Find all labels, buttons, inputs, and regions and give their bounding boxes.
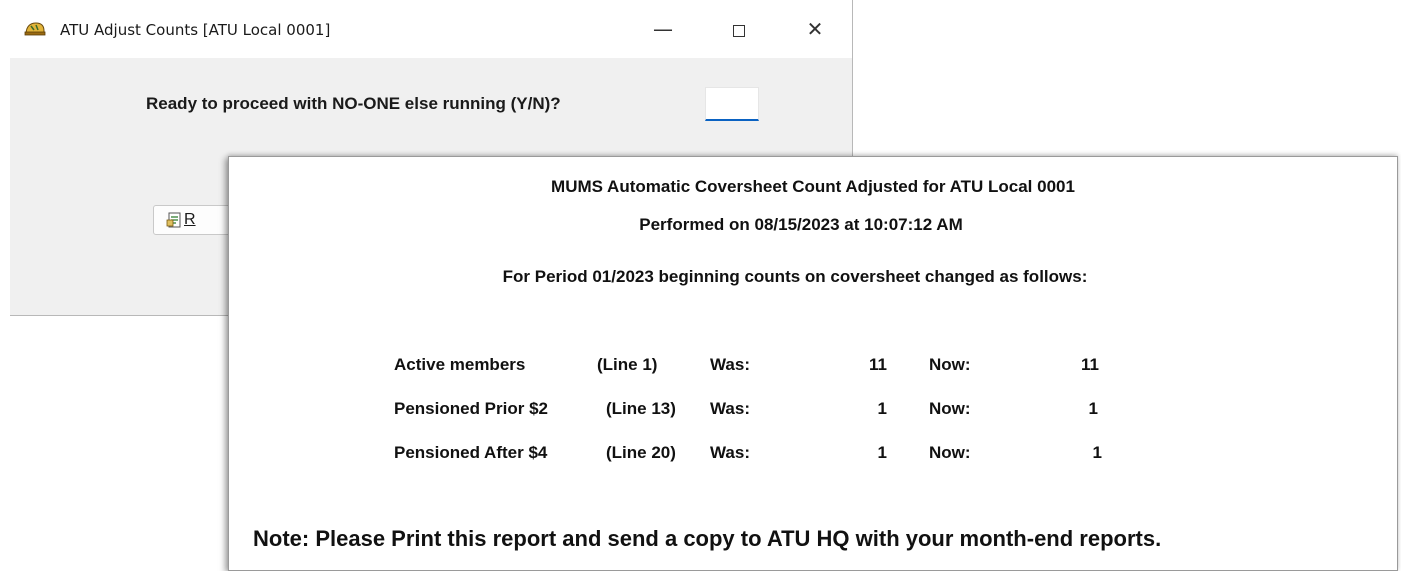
report-panel: MUMS Automatic Coversheet Count Adjusted… — [228, 156, 1398, 571]
row-label: Pensioned After $4 — [394, 443, 548, 462]
maximize-icon — [733, 24, 745, 37]
row-label: Active members — [394, 355, 526, 374]
title-bar[interactable]: ATU Adjust Counts [ATU Local 0001] — ✕ — [10, 0, 852, 58]
count-row-active: Active members (Line 1) Was: 11 Now: 11 — [229, 355, 1397, 379]
report-button-label: R — [184, 211, 196, 228]
was-value: 1 — [877, 399, 887, 418]
now-label: Now: — [929, 399, 971, 418]
was-value: 1 — [877, 443, 887, 462]
proceed-prompt: Ready to proceed with NO-ONE else runnin… — [146, 94, 561, 113]
report-note: Note: Please Print this report and send … — [253, 526, 1162, 551]
report-icon — [166, 212, 181, 228]
now-label: Now: — [929, 355, 971, 374]
report-period: For Period 01/2023 beginning counts on c… — [502, 267, 1088, 286]
now-label: Now: — [929, 443, 971, 462]
count-row-pensioned-prior: Pensioned Prior $2 (Line 13) Was: 1 Now:… — [229, 399, 1397, 423]
was-label: Was: — [710, 443, 750, 462]
report-title: MUMS Automatic Coversheet Count Adjusted… — [551, 177, 1075, 196]
row-line: (Line 20) — [606, 443, 676, 462]
now-value: 1 — [1092, 443, 1102, 462]
now-value: 1 — [1088, 399, 1098, 418]
was-label: Was: — [710, 355, 750, 374]
yn-input[interactable] — [705, 87, 759, 121]
row-line: (Line 1) — [597, 355, 658, 374]
helmet-icon — [24, 22, 46, 36]
count-row-pensioned-after: Pensioned After $4 (Line 20) Was: 1 Now:… — [229, 443, 1397, 467]
row-label: Pensioned Prior $2 — [394, 399, 548, 418]
now-value: 11 — [1081, 355, 1099, 374]
report-performed-date: Performed on 08/15/2023 at 10:07:12 AM — [639, 215, 963, 234]
row-line: (Line 13) — [606, 399, 676, 418]
maximize-button[interactable] — [716, 14, 762, 44]
window-title: ATU Adjust Counts [ATU Local 0001] — [60, 21, 331, 39]
was-label: Was: — [710, 399, 750, 418]
close-button[interactable]: ✕ — [792, 14, 838, 44]
was-value: 11 — [869, 355, 887, 374]
minimize-button[interactable]: — — [640, 14, 686, 44]
